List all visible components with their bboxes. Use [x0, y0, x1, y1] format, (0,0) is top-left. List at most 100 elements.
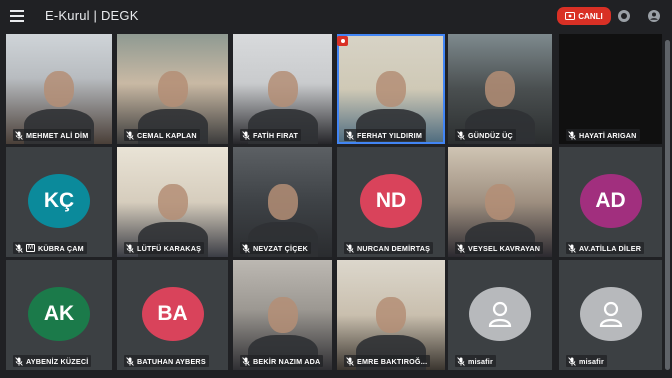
mic-off-icon [15, 356, 23, 366]
avatar-initials: BA [141, 287, 204, 341]
participant-nameplate: LÜTFÜ KARAKAŞ [124, 242, 205, 254]
record-icon[interactable] [617, 9, 631, 23]
mic-off-icon [568, 243, 576, 253]
participant-tile[interactable]: BEKİR NAZIM ADA [233, 260, 332, 370]
participant-nameplate: M KÜBRA ÇAM [13, 242, 87, 254]
participant-tile[interactable]: ND NURCAN DEMİRTAŞ [337, 147, 445, 257]
participant-silhouette [485, 71, 515, 108]
participant-silhouette [267, 297, 298, 334]
participant-name: NURCAN DEMİRTAŞ [357, 243, 431, 253]
participant-nameplate: VEYSEL KAVRAYAN [455, 242, 544, 254]
participant-nameplate: NURCAN DEMİRTAŞ [344, 242, 434, 254]
participant-nameplate: misafir [566, 355, 607, 367]
grid-scrollbar[interactable] [665, 40, 670, 370]
mic-off-icon [568, 130, 576, 140]
mic-off-icon [457, 243, 465, 253]
participant-nameplate: AV.ATİLLA DİLER [566, 242, 645, 254]
participant-tile[interactable]: AK AYBENİZ KÜZECİ [6, 260, 112, 370]
participant-nameplate: FATİH FIRAT [240, 129, 302, 141]
participant-nameplate: EMRE BAKTIROĞ... [344, 355, 431, 367]
participant-name: FATİH FIRAT [253, 130, 299, 140]
mic-off-icon [126, 243, 134, 253]
mic-off-icon [242, 356, 250, 366]
participant-nameplate: MEHMET ALİ DİM [13, 129, 92, 141]
avatar-initials: KÇ [28, 174, 90, 228]
participant-nameplate: BEKİR NAZIM ADA [240, 355, 324, 367]
mic-off-icon [126, 130, 134, 140]
moderator-badge: M [26, 244, 35, 252]
participant-tile[interactable]: GÜNDÜZ ÜÇ [448, 34, 552, 144]
avatar-initials: ND [360, 174, 422, 228]
participant-tile[interactable]: misafir [448, 260, 552, 370]
mic-off-icon [346, 130, 354, 140]
participant-name: VEYSEL KAVRAYAN [468, 243, 541, 253]
mic-off-icon [242, 243, 250, 253]
mic-off-icon [346, 356, 354, 366]
participant-name: EMRE BAKTIROĞ... [357, 356, 428, 366]
participant-tile[interactable]: VEYSEL KAVRAYAN [448, 147, 552, 257]
participant-video [559, 34, 662, 144]
mic-off-icon [568, 356, 576, 366]
participant-name: misafir [468, 356, 493, 366]
participant-nameplate: FERHAT YILDIRIM [344, 129, 426, 141]
participant-tile[interactable]: CEMAL KAPLAN [117, 34, 228, 144]
mic-off-icon [457, 356, 465, 366]
participant-name: LÜTFÜ KARAKAŞ [137, 243, 202, 253]
participant-silhouette [485, 184, 515, 221]
mic-off-icon [457, 130, 465, 140]
participant-tile[interactable]: AD AV.ATİLLA DİLER [559, 147, 662, 257]
participant-name: BATUHAN AYBERS [137, 356, 206, 366]
avatar-initials: AD [579, 174, 642, 228]
participant-silhouette [267, 184, 298, 221]
conference-app: E-Kurul | DEGK CANLI MEHMET ALİ DİM CEMAL… [0, 0, 672, 378]
participant-nameplate: BATUHAN AYBERS [124, 355, 209, 367]
participant-tile[interactable]: HAYATİ ARIGAN [559, 34, 662, 144]
mic-off-icon [15, 130, 23, 140]
app-title: E-Kurul | DEGK [45, 8, 139, 23]
participant-silhouette [376, 71, 406, 108]
participant-name: KÜBRA ÇAM [38, 243, 84, 253]
participant-tile[interactable]: misafir [559, 260, 662, 370]
broadcast-icon [565, 12, 576, 20]
participant-name: misafir [579, 356, 604, 366]
scrollbar-thumb[interactable] [665, 40, 670, 370]
participant-silhouette [44, 71, 74, 108]
participant-tile[interactable]: NEVZAT ÇİÇEK [233, 147, 332, 257]
participant-tile[interactable]: KÇ M KÜBRA ÇAM [6, 147, 112, 257]
mic-off-icon [126, 356, 134, 366]
participant-silhouette [157, 71, 188, 108]
participant-tile[interactable]: BA BATUHAN AYBERS [117, 260, 228, 370]
participant-nameplate: CEMAL KAPLAN [124, 129, 200, 141]
participant-nameplate: NEVZAT ÇİÇEK [240, 242, 311, 254]
participant-nameplate: HAYATİ ARIGAN [566, 129, 640, 141]
participant-nameplate: GÜNDÜZ ÜÇ [455, 129, 516, 141]
participant-silhouette [157, 184, 188, 221]
participant-tile[interactable]: FATİH FIRAT [233, 34, 332, 144]
live-label: CANLI [578, 11, 603, 21]
participant-silhouette [267, 71, 298, 108]
mic-off-icon [15, 243, 23, 253]
participant-tile[interactable]: LÜTFÜ KARAKAŞ [117, 147, 228, 257]
hamburger-menu-icon[interactable] [10, 10, 24, 22]
participant-name: FERHAT YILDIRIM [357, 130, 423, 140]
participant-tile[interactable]: EMRE BAKTIROĞ... [337, 260, 445, 370]
recording-icon [337, 36, 348, 46]
live-button[interactable]: CANLI [557, 7, 611, 25]
participant-name: GÜNDÜZ ÜÇ [468, 130, 513, 140]
participant-name: BEKİR NAZIM ADA [253, 356, 321, 366]
participant-nameplate: AYBENİZ KÜZECİ [13, 355, 92, 367]
participant-name: HAYATİ ARIGAN [579, 130, 637, 140]
participant-tile[interactable]: MEHMET ALİ DİM [6, 34, 112, 144]
participant-name: AV.ATİLLA DİLER [579, 243, 642, 253]
participant-name: NEVZAT ÇİÇEK [253, 243, 308, 253]
participant-tile[interactable]: FERHAT YILDIRIM [337, 34, 445, 144]
mic-off-icon [242, 130, 250, 140]
mic-off-icon [346, 243, 354, 253]
account-circle-icon[interactable] [647, 9, 661, 23]
guest-avatar-icon [469, 287, 531, 341]
avatar-initials: AK [28, 287, 90, 341]
guest-avatar-icon [579, 287, 642, 341]
top-bar: E-Kurul | DEGK CANLI [0, 0, 672, 32]
participant-name: MEHMET ALİ DİM [26, 130, 89, 140]
participant-name: AYBENİZ KÜZECİ [26, 356, 89, 366]
